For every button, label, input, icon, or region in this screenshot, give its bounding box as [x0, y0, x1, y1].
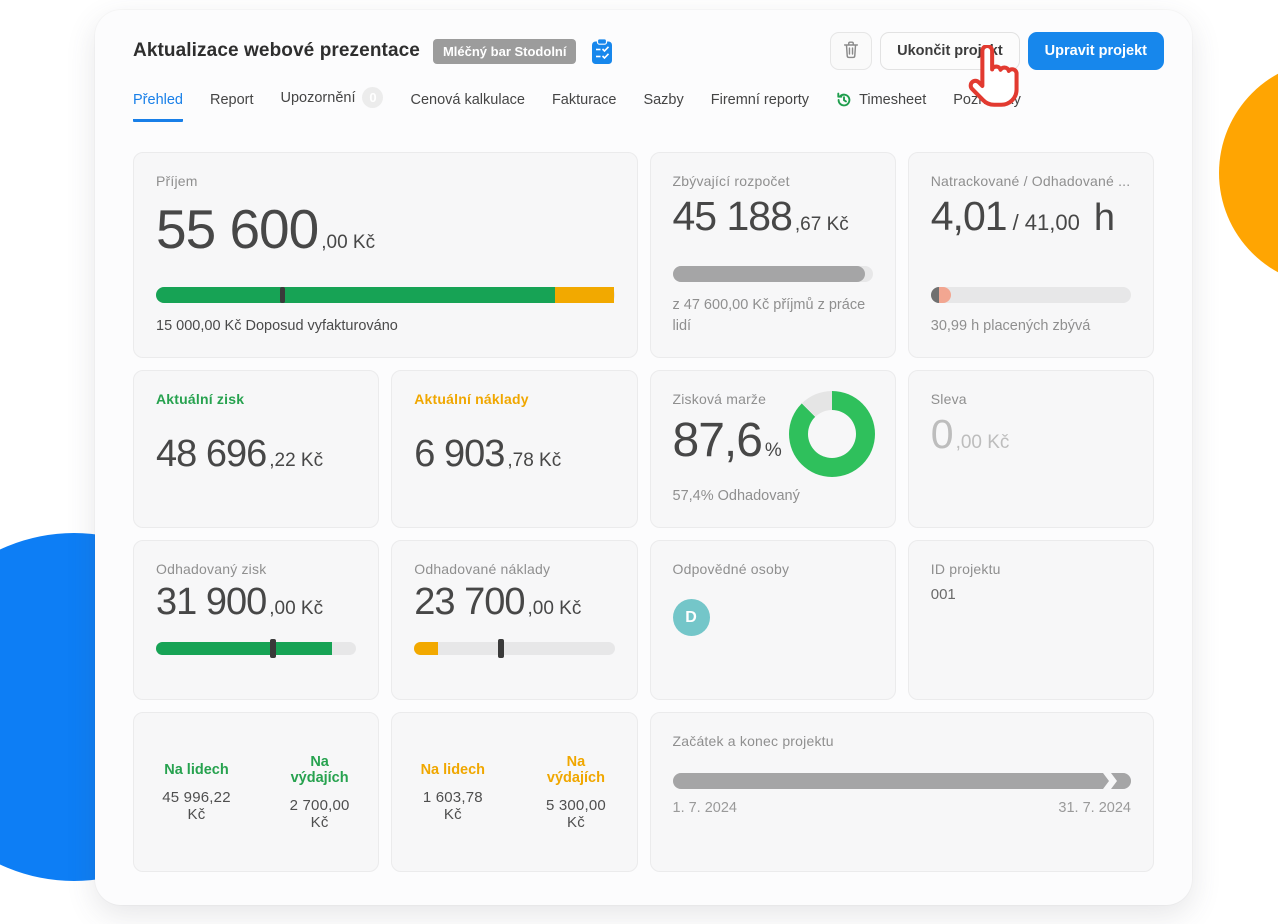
budget-progress-bar [673, 266, 873, 282]
margin-note: 57,4% Odhadovaný [673, 486, 873, 507]
timeline-bar [673, 773, 1132, 789]
card-label: Začátek a konec projektu [673, 733, 1132, 749]
estimated-costs-bar [414, 642, 614, 655]
card-label: Aktuální zisk [156, 391, 356, 407]
client-badge: Mléčný bar Stodolní [433, 39, 577, 64]
decorative-orange-circle [1219, 60, 1278, 286]
tab-fakturace[interactable]: Fakturace [552, 92, 616, 122]
page-background: Aktualizace webové prezentace Mléčný bar… [0, 0, 1278, 924]
clipboard-check-icon[interactable] [591, 38, 613, 65]
profit-on-people: Na lidech 45 996,22 Kč [156, 762, 237, 823]
card-profit-margin: Zisková marže 87,6% 57,4% Odhadovaný [650, 370, 896, 528]
tab-timesheet[interactable]: Timesheet [836, 92, 926, 122]
end-date: 31. 7. 2024 [1058, 800, 1131, 816]
tab-bar: Přehled Report Upozornění 0 Cenová kalku… [95, 70, 1192, 122]
card-label: Zbývající rozpočet [673, 173, 873, 189]
finish-project-button[interactable]: Ukončit projekt [880, 32, 1020, 70]
card-profit-breakdown: Na lidech 45 996,22 Kč Na výdajích 2 700… [133, 712, 379, 872]
tab-prehled[interactable]: Přehled [133, 92, 183, 122]
card-current-profit: Aktuální zisk 48 696,22 Kč [133, 370, 379, 528]
card-project-timeline: Začátek a konec projektu 1. 7. 2024 31. … [650, 712, 1155, 872]
card-project-id: ID projektu 001 [908, 540, 1154, 700]
tracked-hours-value: 4,01/ 41,00h [931, 193, 1131, 240]
hours-note: 30,99 h placených zbývá [931, 316, 1131, 337]
card-income: Příjem 55 600,00 Kč 15 000,00 Kč Doposud… [133, 152, 638, 358]
page-title: Aktualizace webové prezentace [133, 40, 420, 62]
budget-note: z 47 600,00 Kč příjmů z práce lidí [673, 295, 873, 337]
estimated-profit-value: 31 900,00 Kč [156, 581, 356, 624]
card-label: Odpovědné osoby [673, 561, 873, 577]
history-icon [836, 92, 852, 108]
tab-firemni-reporty[interactable]: Firemní reporty [711, 92, 809, 122]
costs-on-people: Na lidech 1 603,78 Kč [414, 762, 491, 823]
current-costs-value: 6 903,78 Kč [414, 433, 614, 476]
card-estimated-costs: Odhadované náklady 23 700,00 Kč [391, 540, 637, 700]
income-progress-bar [156, 287, 615, 303]
timeline-continues-notch [1103, 773, 1119, 794]
tab-upozorneni[interactable]: Upozornění 0 [281, 87, 384, 122]
header-actions: Ukončit projekt Upravit projekt [830, 32, 1164, 70]
card-label: Příjem [156, 173, 615, 189]
avatar[interactable]: D [673, 599, 710, 636]
card-remaining-budget: Zbývající rozpočet 45 188,67 Kč z 47 600… [650, 152, 896, 358]
card-estimated-profit: Odhadovaný zisk 31 900,00 Kč [133, 540, 379, 700]
edit-project-button[interactable]: Upravit projekt [1028, 32, 1164, 70]
card-tracked-hours: Natrackované / Odhadované ... 4,01/ 41,0… [908, 152, 1154, 358]
estimated-costs-value: 23 700,00 Kč [414, 581, 614, 624]
card-label: Odhadovaný zisk [156, 561, 356, 577]
card-label: Odhadované náklady [414, 561, 614, 577]
discount-value: 0,00 Kč [931, 411, 1131, 458]
income-note: 15 000,00 Kč Doposud vyfakturováno [156, 316, 615, 337]
header: Aktualizace webové prezentace Mléčný bar… [95, 10, 1192, 70]
card-responsible-people: Odpovědné osoby D [650, 540, 896, 700]
costs-on-expenses: Na výdajích 5 300,00 Kč [537, 754, 614, 831]
invoiced-marker [280, 287, 285, 303]
card-label: Natrackované / Odhadované ... [931, 173, 1131, 189]
card-costs-breakdown: Na lidech 1 603,78 Kč Na výdajích 5 300,… [391, 712, 637, 872]
project-id-value: 001 [931, 586, 1131, 603]
trash-icon [842, 40, 860, 62]
profit-margin-donut-chart [789, 391, 875, 477]
card-discount: Sleva 0,00 Kč [908, 370, 1154, 528]
hours-progress-bar [931, 287, 1131, 303]
start-date: 1. 7. 2024 [673, 800, 738, 816]
estimated-profit-bar [156, 642, 356, 655]
card-current-costs: Aktuální náklady 6 903,78 Kč [391, 370, 637, 528]
timeline-dates: 1. 7. 2024 31. 7. 2024 [673, 800, 1132, 816]
tab-poznamky[interactable]: Poznámky [953, 92, 1021, 122]
card-label: ID projektu [931, 561, 1131, 577]
income-value: 55 600,00 Kč [156, 197, 615, 261]
remaining-budget-value: 45 188,67 Kč [673, 193, 873, 240]
card-label: Sleva [931, 391, 1131, 407]
project-dashboard-panel: Aktualizace webové prezentace Mléčný bar… [95, 10, 1192, 905]
tab-cenova-kalkulace[interactable]: Cenová kalkulace [410, 92, 524, 122]
dashboard-grid: Příjem 55 600,00 Kč 15 000,00 Kč Doposud… [133, 152, 1154, 872]
notification-count-badge: 0 [362, 87, 383, 108]
delete-project-button[interactable] [830, 32, 872, 70]
tab-report[interactable]: Report [210, 92, 254, 122]
tab-sazby[interactable]: Sazby [643, 92, 683, 122]
profit-on-expenses: Na výdajích 2 700,00 Kč [283, 754, 356, 831]
current-profit-value: 48 696,22 Kč [156, 433, 356, 476]
card-label: Aktuální náklady [414, 391, 614, 407]
